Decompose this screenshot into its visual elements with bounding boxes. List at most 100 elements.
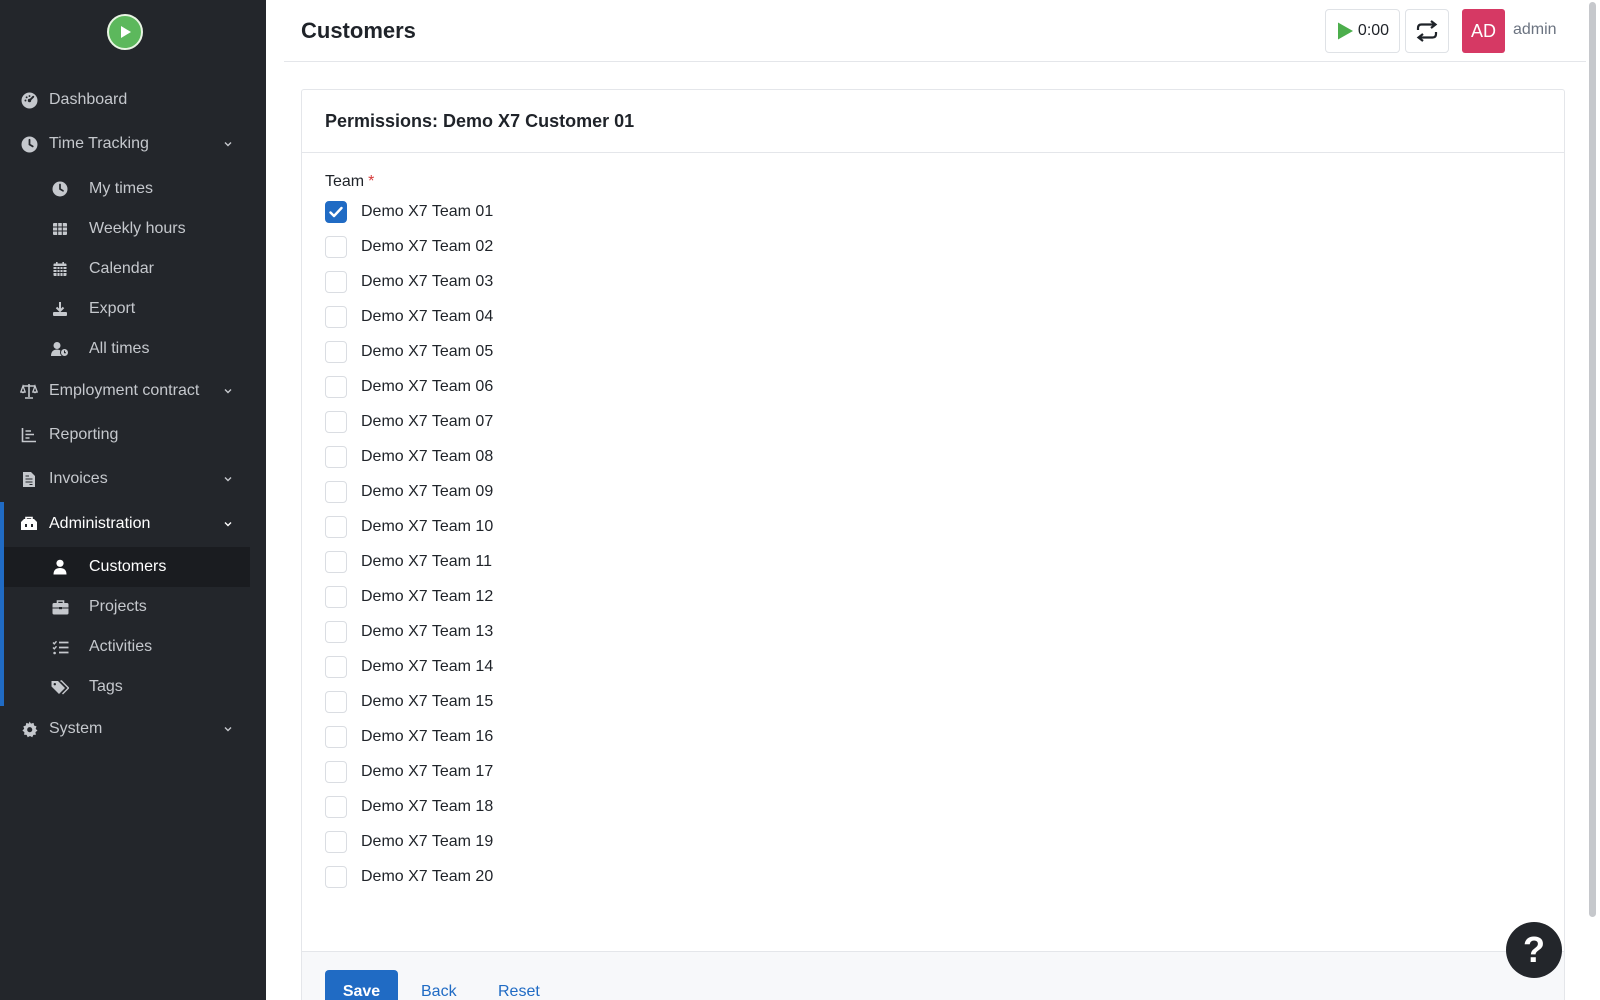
team-checkbox-row[interactable]: Demo X7 Team 01 — [325, 200, 493, 224]
sidebar-item-system[interactable]: System — [0, 709, 266, 749]
sidebar-item-calendar[interactable]: Calendar — [4, 249, 250, 289]
team-checkbox[interactable] — [325, 796, 347, 818]
team-checkbox[interactable] — [325, 271, 347, 293]
team-checkbox-label[interactable]: Demo X7 Team 10 — [361, 518, 493, 536]
sidebar-item-tags[interactable]: Tags — [4, 667, 250, 707]
team-checkbox[interactable] — [325, 621, 347, 643]
team-checkbox-row[interactable]: Demo X7 Team 18 — [325, 795, 493, 819]
sidebar-item-label: Administration — [49, 515, 151, 532]
sidebar-item-invoices[interactable]: Invoices — [0, 459, 266, 499]
team-checkbox[interactable] — [325, 201, 347, 223]
team-checkbox-row[interactable]: Demo X7 Team 03 — [325, 270, 493, 294]
team-checkbox-label[interactable]: Demo X7 Team 04 — [361, 308, 493, 326]
start-timer-button[interactable]: 0:00 — [1325, 9, 1400, 53]
team-checkbox[interactable] — [325, 831, 347, 853]
team-checkbox[interactable] — [325, 656, 347, 678]
team-checkbox-row[interactable]: Demo X7 Team 17 — [325, 760, 493, 784]
app-logo[interactable] — [107, 14, 143, 50]
refresh-icon — [1416, 20, 1438, 42]
team-checkbox[interactable] — [325, 726, 347, 748]
team-checkbox-label[interactable]: Demo X7 Team 19 — [361, 833, 493, 851]
team-checkbox-label[interactable]: Demo X7 Team 08 — [361, 448, 493, 466]
team-checkbox[interactable] — [325, 516, 347, 538]
team-checkbox-label[interactable]: Demo X7 Team 18 — [361, 798, 493, 816]
page-title: Customers — [301, 18, 416, 43]
team-checkbox[interactable] — [325, 341, 347, 363]
sidebar-item-customers[interactable]: Customers — [4, 547, 250, 587]
team-checkbox-row[interactable]: Demo X7 Team 14 — [325, 655, 493, 679]
team-checkbox-row[interactable]: Demo X7 Team 07 — [325, 410, 493, 434]
sidebar-item-my-times[interactable]: My times — [4, 169, 250, 209]
team-checkbox-row[interactable]: Demo X7 Team 16 — [325, 725, 493, 749]
save-button[interactable]: Save — [325, 970, 398, 1000]
team-checkbox-label[interactable]: Demo X7 Team 15 — [361, 693, 493, 711]
grid-icon — [51, 220, 69, 238]
team-checkbox-label[interactable]: Demo X7 Team 14 — [361, 658, 493, 676]
sidebar-item-all-times[interactable]: All times — [4, 329, 250, 369]
team-checkbox-row[interactable]: Demo X7 Team 08 — [325, 445, 493, 469]
sidebar-item-weekly-hours[interactable]: Weekly hours — [4, 209, 250, 249]
scrollbar-thumb[interactable] — [1589, 2, 1596, 917]
sidebar-item-export[interactable]: Export — [4, 289, 250, 329]
team-checkbox-label[interactable]: Demo X7 Team 03 — [361, 273, 493, 291]
sidebar-item-label: Customers — [89, 558, 167, 575]
required-marker: * — [368, 173, 375, 190]
reset-link[interactable]: Reset — [498, 983, 540, 1000]
team-checkbox-row[interactable]: Demo X7 Team 20 — [325, 865, 493, 889]
team-checkbox-row[interactable]: Demo X7 Team 15 — [325, 690, 493, 714]
team-checkbox-row[interactable]: Demo X7 Team 05 — [325, 340, 493, 364]
team-checkbox-label[interactable]: Demo X7 Team 05 — [361, 343, 493, 361]
username[interactable]: admin — [1513, 21, 1557, 39]
team-checkbox-row[interactable]: Demo X7 Team 09 — [325, 480, 493, 504]
sidebar-item-label: Projects — [89, 598, 147, 615]
sidebar-item-employment-contract[interactable]: Employment contract — [0, 371, 266, 411]
team-checkbox-label[interactable]: Demo X7 Team 02 — [361, 238, 493, 256]
clock-icon — [20, 135, 38, 153]
team-checkbox-row[interactable]: Demo X7 Team 02 — [325, 235, 493, 259]
team-checkbox-label[interactable]: Demo X7 Team 01 — [361, 203, 493, 221]
team-checkbox-row[interactable]: Demo X7 Team 19 — [325, 830, 493, 854]
sidebar-item-label: Employment contract — [49, 382, 200, 399]
briefcase-icon — [51, 598, 69, 616]
team-checkbox[interactable] — [325, 481, 347, 503]
team-checkbox[interactable] — [325, 866, 347, 888]
team-checkbox[interactable] — [325, 306, 347, 328]
team-checkbox-label[interactable]: Demo X7 Team 16 — [361, 728, 493, 746]
team-checkbox-label[interactable]: Demo X7 Team 09 — [361, 483, 493, 501]
sidebar-item-label: Dashboard — [49, 91, 128, 108]
sidebar-item-reporting[interactable]: Reporting — [0, 415, 266, 455]
team-checkbox-label[interactable]: Demo X7 Team 06 — [361, 378, 493, 396]
sidebar-item-administration[interactable]: Administration — [0, 504, 266, 544]
sidebar-item-activities[interactable]: Activities — [4, 627, 250, 667]
team-checkbox-label[interactable]: Demo X7 Team 07 — [361, 413, 493, 431]
team-checkbox[interactable] — [325, 761, 347, 783]
team-checkbox-row[interactable]: Demo X7 Team 11 — [325, 550, 492, 574]
team-checkbox[interactable] — [325, 586, 347, 608]
help-button[interactable]: ? — [1506, 922, 1562, 978]
team-checkbox-row[interactable]: Demo X7 Team 12 — [325, 585, 493, 609]
list-icon — [51, 638, 69, 656]
team-checkbox-row[interactable]: Demo X7 Team 13 — [325, 620, 493, 644]
back-link[interactable]: Back — [421, 983, 457, 1000]
team-checkbox[interactable] — [325, 691, 347, 713]
sidebar-item-projects[interactable]: Projects — [4, 587, 250, 627]
team-checkbox-row[interactable]: Demo X7 Team 06 — [325, 375, 493, 399]
team-checkbox-label[interactable]: Demo X7 Team 17 — [361, 763, 493, 781]
team-checkbox-label[interactable]: Demo X7 Team 13 — [361, 623, 493, 641]
gear-icon — [20, 720, 38, 738]
team-checkbox[interactable] — [325, 551, 347, 573]
chevron-down-icon — [222, 385, 234, 397]
team-checkbox-label[interactable]: Demo X7 Team 11 — [361, 553, 492, 571]
team-checkbox-label[interactable]: Demo X7 Team 20 — [361, 868, 493, 886]
team-checkbox-label[interactable]: Demo X7 Team 12 — [361, 588, 493, 606]
team-checkbox-row[interactable]: Demo X7 Team 10 — [325, 515, 493, 539]
sidebar-item-time-tracking[interactable]: Time Tracking — [0, 124, 266, 164]
team-checkbox[interactable] — [325, 411, 347, 433]
team-checkbox[interactable] — [325, 236, 347, 258]
refresh-button[interactable] — [1405, 9, 1449, 53]
team-checkbox-row[interactable]: Demo X7 Team 04 — [325, 305, 493, 329]
team-checkbox[interactable] — [325, 446, 347, 468]
sidebar-item-dashboard[interactable]: Dashboard — [0, 80, 266, 120]
team-checkbox[interactable] — [325, 376, 347, 398]
user-avatar[interactable]: AD — [1462, 9, 1505, 53]
